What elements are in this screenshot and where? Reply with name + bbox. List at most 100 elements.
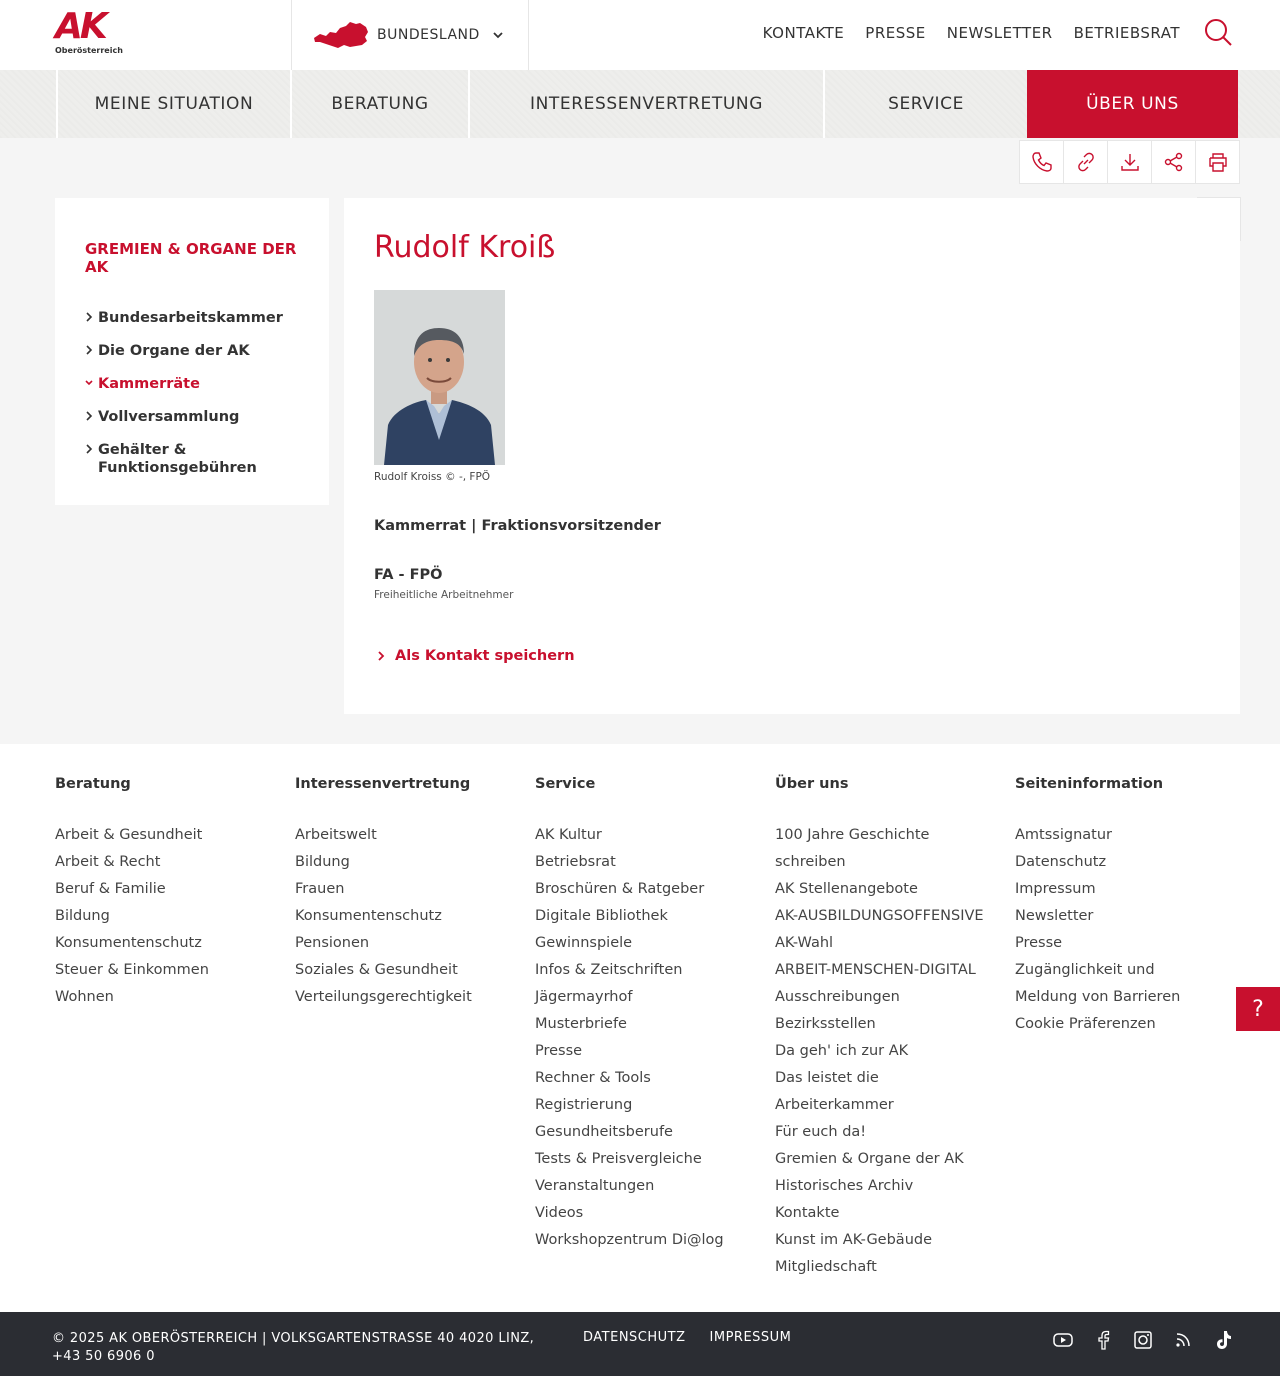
footer-link[interactable]: Wohnen xyxy=(55,984,270,1011)
youtube-icon[interactable] xyxy=(1052,1329,1074,1351)
portrait-image xyxy=(374,290,505,465)
rss-icon[interactable] xyxy=(1172,1329,1194,1351)
footer-link[interactable]: Gewinnspiele xyxy=(535,930,750,957)
top-links: KONTAKTE PRESSE NEWSLETTER BETRIEBSRAT xyxy=(763,24,1180,42)
footer-link[interactable]: Musterbriefe xyxy=(535,1011,750,1038)
footer-link[interactable]: Arbeit & Recht xyxy=(55,849,270,876)
page-title: Rudolf Kroiß xyxy=(374,230,556,265)
footer-link[interactable]: Da geh' ich zur AK xyxy=(775,1038,990,1065)
footer-link[interactable]: Mitgliedschaft xyxy=(775,1254,990,1281)
footer-link[interactable]: Workshopzentrum Di@log xyxy=(535,1227,750,1254)
share-button[interactable] xyxy=(1151,140,1196,184)
footer-column-interessenvertretung: Interessenvertretung Arbeitswelt Bildung… xyxy=(295,776,510,1011)
instagram-icon[interactable] xyxy=(1132,1329,1154,1351)
bundesland-label: BUNDESLAND xyxy=(377,27,480,43)
austria-map-icon xyxy=(314,22,368,48)
toplink-betriebsrat[interactable]: BETRIEBSRAT xyxy=(1074,24,1180,42)
nav-meine-situation[interactable]: MEINE SITUATION xyxy=(56,70,290,138)
footer-link[interactable]: Steuer & Einkommen xyxy=(55,957,270,984)
profile-role: Kammerrat | Fraktionsvorsitzender xyxy=(374,518,661,534)
footer-link[interactable]: Amtssignatur xyxy=(1015,822,1230,849)
chevron-down-icon xyxy=(493,32,503,39)
phone-button[interactable] xyxy=(1019,140,1064,184)
footer-link[interactable]: Ausschreibungen xyxy=(775,984,990,1011)
tiktok-icon[interactable] xyxy=(1212,1329,1234,1351)
footer-link[interactable]: Das leistet die Arbeiterkammer xyxy=(775,1065,905,1119)
footer-link[interactable]: Tests & Preisvergleiche xyxy=(535,1146,750,1173)
link-button[interactable] xyxy=(1063,140,1108,184)
footer-link[interactable]: Veranstaltungen xyxy=(535,1173,750,1200)
footer-link[interactable]: Infos & Zeitschriften xyxy=(535,957,750,984)
nav-ueber-uns[interactable]: ÜBER UNS xyxy=(1027,70,1238,138)
footer-link[interactable]: Arbeitswelt xyxy=(295,822,510,849)
footer-link[interactable]: Registrierung Gesundheitsberufe xyxy=(535,1092,685,1146)
save-contact-label: Als Kontakt speichern xyxy=(395,648,575,664)
footer-link[interactable]: Digitale Bibliothek xyxy=(535,903,750,930)
footer-link[interactable]: Betriebsrat xyxy=(535,849,750,876)
footer-link[interactable]: Cookie Präferenzen xyxy=(1015,1011,1230,1038)
footer-link[interactable]: 100 Jahre Geschichte schreiben xyxy=(775,822,935,876)
footer-link[interactable]: Datenschutz xyxy=(1015,849,1230,876)
footer-link[interactable]: Rechner & Tools xyxy=(535,1065,750,1092)
footer-link[interactable]: Bildung xyxy=(55,903,270,930)
footer-link[interactable]: Broschüren & Ratgeber xyxy=(535,876,750,903)
footer-link[interactable]: AK Stellenangebote xyxy=(775,876,990,903)
save-contact-link[interactable]: Als Kontakt speichern xyxy=(377,648,575,664)
footer-link[interactable]: Bildung xyxy=(295,849,510,876)
download-button[interactable] xyxy=(1107,140,1152,184)
footer-link[interactable]: Videos xyxy=(535,1200,750,1227)
footer-link[interactable]: Soziales & Gesundheit xyxy=(295,957,510,984)
sidebar-item-gehaelter[interactable]: Gehälter & Funktionsgebühren xyxy=(85,441,299,477)
footer-link[interactable]: Gremien & Organe der AK xyxy=(775,1146,990,1173)
top-bar: AK Oberösterreich BUNDESLAND KONTAKTE PR… xyxy=(0,0,1280,70)
sidebar-item-bundesarbeitskammer[interactable]: Bundesarbeitskammer xyxy=(85,309,299,327)
footer-link[interactable]: Arbeit & Gesundheit xyxy=(55,822,270,849)
footer-link[interactable]: Frauen xyxy=(295,876,510,903)
toplink-kontakte[interactable]: KONTAKTE xyxy=(763,24,845,42)
nav-interessenvertretung[interactable]: INTERESSENVERTRETUNG xyxy=(468,70,823,138)
nav-beratung[interactable]: BERATUNG xyxy=(290,70,468,138)
facebook-icon[interactable] xyxy=(1092,1329,1114,1351)
sidebar-item-kammerraete[interactable]: Kammerräte xyxy=(85,375,299,393)
footer-link[interactable]: Historisches Archiv xyxy=(775,1173,990,1200)
footer-link[interactable]: AK-Wahl xyxy=(775,930,990,957)
footer-link[interactable]: Bezirksstellen xyxy=(775,1011,990,1038)
search-icon[interactable] xyxy=(1203,17,1233,47)
bundesland-selector[interactable]: BUNDESLAND xyxy=(291,0,529,70)
footer-link[interactable]: Konsumentenschutz xyxy=(55,930,270,957)
help-button[interactable]: ? xyxy=(1236,987,1280,1031)
footer-link[interactable]: Presse xyxy=(1015,930,1230,957)
footer-link[interactable]: Verteilungsgerechtigkeit xyxy=(295,984,510,1011)
footer-link[interactable]: Beruf & Familie xyxy=(55,876,270,903)
toplink-newsletter[interactable]: NEWSLETTER xyxy=(947,24,1053,42)
footer-link[interactable]: AK-AUSBILDUNGSOFFENSIVE xyxy=(775,903,990,930)
footer-link[interactable]: Presse xyxy=(535,1038,750,1065)
chevron-right-icon xyxy=(86,345,93,355)
share-icon xyxy=(1164,152,1182,172)
footer-link[interactable]: Konsumentenschutz xyxy=(295,903,510,930)
ak-logo[interactable]: AK Oberösterreich xyxy=(55,9,123,57)
footer-link[interactable]: Impressum xyxy=(1015,876,1230,903)
chevron-right-icon xyxy=(86,444,93,454)
logo-subtitle: Oberösterreich xyxy=(55,46,123,55)
footer-link[interactable]: ARBEIT-MENSCHEN-DIGITAL xyxy=(775,957,990,984)
footer-link[interactable]: Pensionen xyxy=(295,930,510,957)
footer-link[interactable]: Kontakte xyxy=(775,1200,990,1227)
footer-link[interactable]: AK Kultur xyxy=(535,822,750,849)
legal-link-datenschutz[interactable]: DATENSCHUTZ xyxy=(583,1330,686,1345)
link-icon xyxy=(1077,152,1094,172)
footer-link[interactable]: Newsletter xyxy=(1015,903,1230,930)
footer-link[interactable]: Kunst im AK-Gebäude xyxy=(775,1227,990,1254)
footer-link[interactable]: Zugänglichkeit und Meldung von Barrieren xyxy=(1015,957,1220,1011)
nav-service[interactable]: SERVICE xyxy=(823,70,1027,138)
chevron-down-icon xyxy=(85,380,93,386)
footer-column-beratung: Beratung Arbeit & Gesundheit Arbeit & Re… xyxy=(55,776,270,1011)
footer-link[interactable]: Für euch da! xyxy=(775,1119,990,1146)
footer: Beratung Arbeit & Gesundheit Arbeit & Re… xyxy=(0,744,1280,1312)
sidebar-item-organe[interactable]: Die Organe der AK xyxy=(85,342,299,360)
toplink-presse[interactable]: PRESSE xyxy=(865,24,925,42)
sidebar-item-vollversammlung[interactable]: Vollversammlung xyxy=(85,408,299,426)
legal-link-impressum[interactable]: IMPRESSUM xyxy=(710,1330,792,1345)
print-button[interactable] xyxy=(1195,140,1240,184)
footer-link[interactable]: Jägermayrhof xyxy=(535,984,750,1011)
